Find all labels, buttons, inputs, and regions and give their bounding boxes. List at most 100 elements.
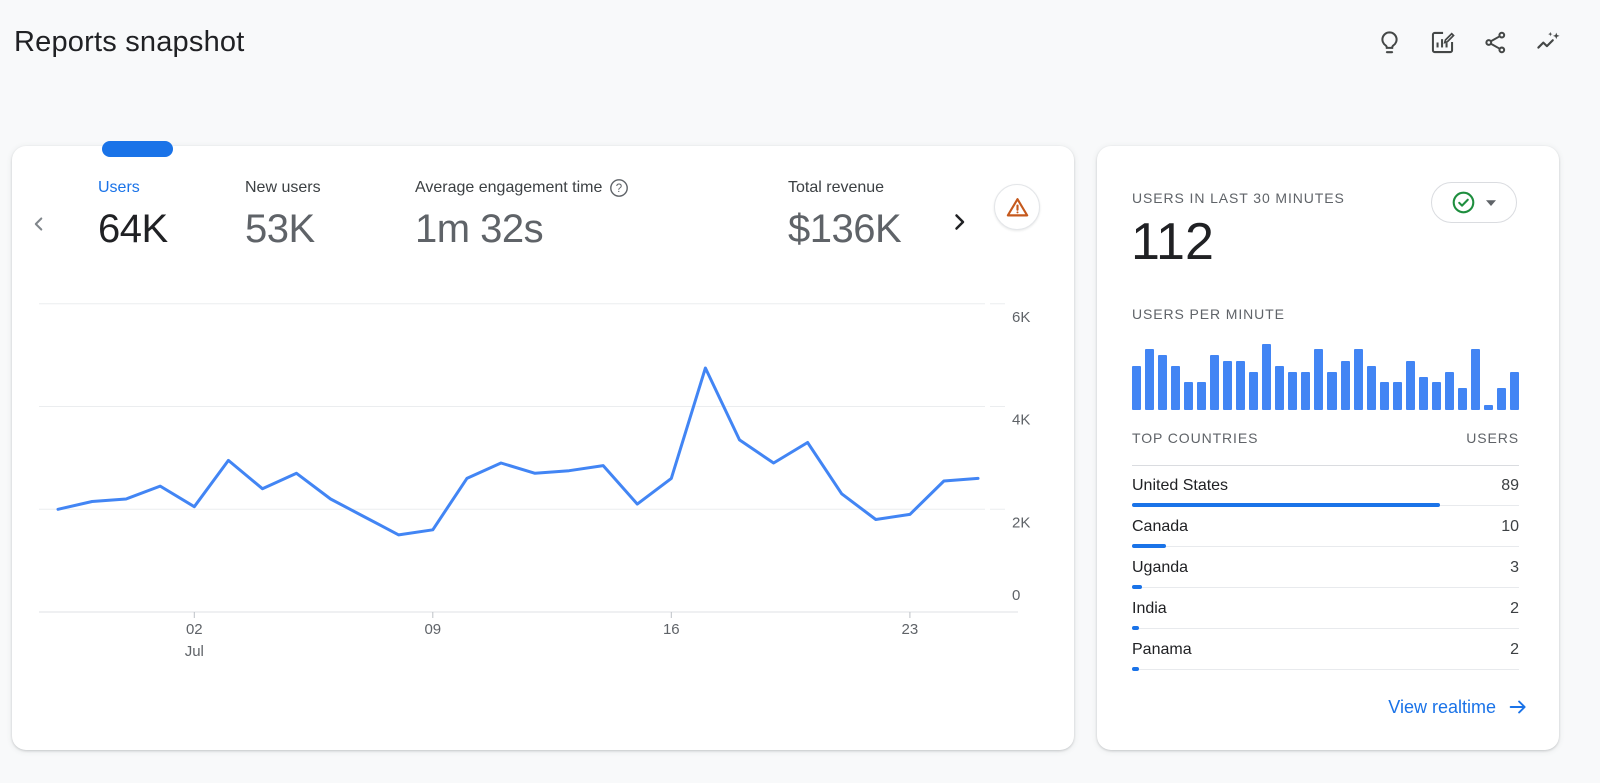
- selected-metric-indicator: [102, 141, 173, 157]
- country-bar: [1132, 626, 1519, 630]
- minute-bar: [1367, 366, 1376, 410]
- users-last-30min-label: USERS IN LAST 30 MINUTES: [1132, 190, 1345, 206]
- view-realtime-label: View realtime: [1388, 697, 1496, 718]
- analytics-intelligence-icon: [1535, 29, 1562, 56]
- reports-snapshot-card: Users 64K New users 53K Average engagement t…: [12, 146, 1074, 750]
- minute-bar: [1497, 388, 1506, 410]
- country-name: United States: [1132, 475, 1228, 497]
- metric-users[interactable]: Users 64K: [98, 178, 168, 252]
- metric-value: 64K: [98, 207, 168, 252]
- page-title: Reports snapshot: [14, 26, 245, 59]
- header-toolbar: [1369, 22, 1568, 62]
- minute-bar: [1236, 361, 1245, 411]
- insights-bulb-button[interactable]: [1369, 22, 1409, 62]
- minute-bar: [1158, 355, 1167, 410]
- minute-bar: [1510, 372, 1519, 410]
- countries-column-header: TOP COUNTRIES: [1132, 430, 1258, 446]
- minute-bar: [1354, 349, 1363, 410]
- svg-text:16: 16: [663, 621, 680, 638]
- minute-bar: [1262, 344, 1271, 410]
- metric-average-engagement-time[interactable]: Average engagement time? 1m 32s: [415, 178, 629, 252]
- top-countries-header: TOP COUNTRIES USERS: [1132, 430, 1519, 466]
- realtime-status-dropdown[interactable]: [1431, 182, 1517, 223]
- country-bar: [1132, 544, 1519, 548]
- minute-bar: [1275, 366, 1284, 410]
- metric-value: 53K: [245, 207, 321, 252]
- warning-icon: [1004, 194, 1031, 221]
- minute-bar: [1327, 372, 1336, 410]
- chevron-right-icon: [947, 210, 971, 234]
- help-icon[interactable]: ?: [609, 178, 629, 198]
- minute-bar: [1406, 361, 1415, 411]
- country-users: 10: [1501, 518, 1519, 536]
- country-row: United States89: [1132, 466, 1519, 507]
- country-users: 2: [1510, 600, 1519, 618]
- metric-new-users[interactable]: New users 53K: [245, 178, 321, 252]
- minute-bar: [1419, 377, 1428, 410]
- metric-label: New users: [245, 178, 321, 198]
- minute-bar: [1145, 349, 1154, 410]
- metric-value: $136K: [788, 207, 901, 252]
- svg-text:09: 09: [424, 621, 441, 638]
- data-quality-warning-badge[interactable]: [994, 184, 1040, 230]
- metric-label: Users: [98, 178, 168, 198]
- minute-bar: [1458, 388, 1467, 410]
- minute-bar: [1471, 349, 1480, 410]
- realtime-card: USERS IN LAST 30 MINUTES 112 USERS PER M…: [1097, 146, 1559, 750]
- minute-bar: [1171, 366, 1180, 410]
- country-row: India 2: [1132, 589, 1519, 630]
- svg-text:2K: 2K: [1012, 514, 1030, 531]
- realtime-users-count: 112: [1131, 212, 1214, 272]
- minute-bar: [1341, 361, 1350, 411]
- analytics-intelligence-button[interactable]: [1528, 22, 1568, 62]
- country-bar: [1132, 503, 1519, 507]
- svg-text:6K: 6K: [1012, 309, 1030, 326]
- country-name: India: [1132, 598, 1167, 620]
- country-name: Canada: [1132, 516, 1188, 538]
- minute-bar: [1301, 372, 1310, 410]
- minute-bar: [1380, 382, 1389, 410]
- share-icon: [1482, 29, 1509, 56]
- country-row: Uganda 3: [1132, 548, 1519, 589]
- users-per-minute-chart: [1132, 344, 1519, 410]
- country-bar: [1132, 667, 1519, 671]
- minute-bar: [1210, 355, 1219, 410]
- svg-text:4K: 4K: [1012, 412, 1030, 429]
- customize-report-button[interactable]: [1422, 22, 1462, 62]
- minute-bar: [1432, 382, 1441, 410]
- top-countries-table: TOP COUNTRIES USERS United States89Canad…: [1132, 430, 1519, 671]
- svg-text:0: 0: [1012, 587, 1020, 604]
- country-name: Uganda: [1132, 557, 1188, 579]
- metric-total-revenue[interactable]: Total revenue$136K: [788, 178, 901, 252]
- minute-bar: [1314, 349, 1323, 410]
- minute-bar: [1445, 372, 1454, 410]
- svg-text:?: ?: [616, 183, 622, 195]
- minute-bar: [1223, 361, 1232, 411]
- svg-text:Jul: Jul: [185, 643, 204, 660]
- chevron-left-icon: [28, 213, 50, 235]
- caret-down-icon: [1485, 199, 1497, 207]
- share-report-button[interactable]: [1475, 22, 1515, 62]
- insights-bulb-icon: [1376, 29, 1403, 56]
- country-name: Panama: [1132, 639, 1192, 661]
- users-per-minute-label: USERS PER MINUTE: [1132, 306, 1285, 322]
- users-line-chart: 6K4K2K002Jul091623: [12, 291, 1074, 671]
- svg-text:23: 23: [902, 621, 919, 638]
- country-row: Canada 10: [1132, 507, 1519, 548]
- minute-bar: [1249, 372, 1258, 410]
- minute-bar: [1393, 382, 1402, 410]
- customize-report-icon: [1429, 29, 1456, 56]
- metric-label: Average engagement time?: [415, 178, 629, 198]
- country-users: 3: [1510, 559, 1519, 577]
- view-realtime-link[interactable]: View realtime: [1388, 696, 1529, 718]
- country-bar: [1132, 585, 1519, 589]
- minute-bar: [1132, 366, 1141, 410]
- scorecard-prev-button[interactable]: [20, 201, 58, 247]
- metric-value: 1m 32s: [415, 207, 629, 252]
- check-circle-icon: [1451, 190, 1476, 215]
- country-users: 2: [1510, 641, 1519, 659]
- users-column-header: USERS: [1466, 430, 1519, 446]
- country-rows: United States89 Canada 10 Uganda 3 India 2 Pana…: [1132, 466, 1519, 671]
- scorecard-next-button[interactable]: [940, 199, 978, 245]
- minute-bar: [1184, 382, 1193, 410]
